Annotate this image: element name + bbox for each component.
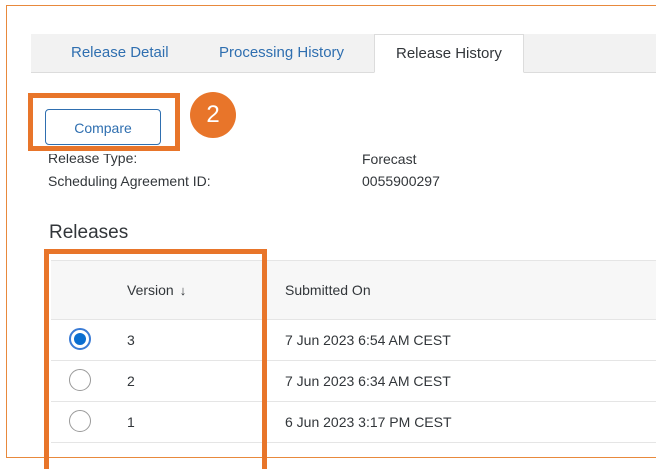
highlight-box-version-column (44, 249, 267, 469)
highlight-box-compare (28, 93, 180, 151)
submitted-on-cell: 7 Jun 2023 6:54 AM CEST (285, 332, 451, 348)
tab-bar: Release Detail Processing History Releas… (31, 34, 656, 73)
column-header-submitted-on[interactable]: Submitted On (285, 282, 371, 298)
tab-release-detail[interactable]: Release Detail (71, 34, 169, 72)
release-type-value: Forecast (362, 151, 417, 167)
releases-title: Releases (49, 222, 129, 243)
step-badge: 2 (190, 92, 236, 138)
submitted-on-cell: 6 Jun 2023 3:17 PM CEST (285, 414, 452, 430)
tab-processing-history[interactable]: Processing History (219, 34, 344, 72)
scheduling-agreement-label: Scheduling Agreement ID: (48, 173, 211, 189)
scheduling-agreement-value: 0055900297 (362, 173, 440, 189)
tab-release-history[interactable]: Release History (374, 34, 524, 73)
submitted-on-cell: 7 Jun 2023 6:34 AM CEST (285, 373, 451, 389)
